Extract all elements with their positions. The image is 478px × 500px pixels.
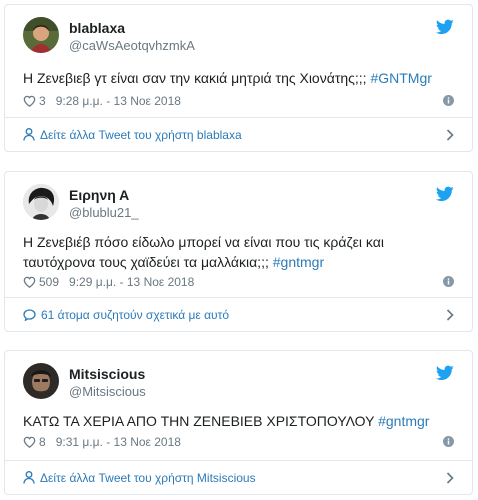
display-name[interactable]: blablaxa — [69, 20, 195, 37]
tweet-text-body: ΚΑΤΩ ΤΑ ΧΕΡΙΑ ΑΠΟ ΤΗΝ ΖΕΝΕΒΙΕΒ ΧΡΙΣΤΟΠΟΥ… — [23, 413, 379, 429]
twitter-bird-icon[interactable] — [436, 19, 454, 35]
tweet-text: Η Ζενεβιέβ πόσο είδωλο μπορεί να είναι π… — [23, 232, 460, 272]
chevron-right-icon[interactable] — [446, 309, 454, 321]
screen-name[interactable]: @blublu21_ — [69, 205, 139, 221]
info-icon[interactable] — [443, 95, 454, 106]
footer-label[interactable]: 61 άτομα συζητούν σχετικά με αυτό — [41, 308, 229, 322]
heart-icon[interactable] — [23, 436, 36, 448]
tweet-text: ΚΑΤΩ ΤΑ ΧΕΡΙΑ ΑΠΟ ΤΗΝ ΖΕΝΕΒΙΕΒ ΧΡΙΣΤΟΠΟΥ… — [23, 411, 460, 431]
more-tweets-link[interactable]: Δείτε άλλα Tweet του χρήστη Mitsiscious — [5, 460, 472, 494]
timestamp[interactable]: 9:31 μ.μ. - 13 Νοε 2018 — [56, 435, 181, 449]
footer-label[interactable]: Δείτε άλλα Tweet του χρήστη blablaxa — [40, 128, 242, 142]
timestamp[interactable]: 9:29 μ.μ. - 13 Νοε 2018 — [69, 275, 194, 289]
hashtag-link[interactable]: #gntmgr — [273, 254, 324, 270]
tweet-card: blablaxa @caWsAeotqvhzmkA Η Ζενεβιεβ γτ … — [4, 4, 473, 152]
tweet-text: Η Ζενεβιεβ γτ είναι σαν την κακιά μητριά… — [23, 68, 460, 88]
tweet-meta: 509 9:29 μ.μ. - 13 Νοε 2018 — [23, 274, 454, 290]
tweet-card: Mitsiscious @Mitsiscious ΚΑΤΩ ΤΑ ΧΕΡΙΑ Α… — [4, 350, 473, 495]
tweet-meta: 3 9:28 μ.μ. - 13 Νοε 2018 — [23, 93, 454, 109]
display-name[interactable]: Ειρηνη Α — [69, 187, 139, 204]
avatar[interactable] — [23, 17, 59, 53]
tweet-card: Ειρηνη Α @blublu21_ Η Ζενεβιέβ πόσο είδω… — [4, 171, 473, 332]
info-icon[interactable] — [443, 276, 454, 287]
like-count[interactable]: 509 — [39, 275, 59, 289]
tweet-text-body: Η Ζενεβιεβ γτ είναι σαν την κακιά μητριά… — [23, 70, 371, 86]
display-name[interactable]: Mitsiscious — [69, 366, 146, 383]
tweet-text-line: ταυτόχρονα τους χαϊδεύει τα μαλλάκια;;; … — [23, 252, 460, 272]
like-count[interactable]: 3 — [39, 94, 46, 108]
hashtag-link[interactable]: #gntmgr — [378, 413, 429, 429]
info-icon[interactable] — [443, 436, 454, 447]
tweet-meta: 8 9:31 μ.μ. - 13 Νοε 2018 — [23, 434, 454, 450]
footer-label[interactable]: Δείτε άλλα Tweet του χρήστη Mitsiscious — [40, 471, 256, 485]
speech-bubble-icon — [23, 309, 36, 321]
tweet-text-body: ταυτόχρονα τους χαϊδεύει τα μαλλάκια;;; — [23, 254, 273, 270]
like-count[interactable]: 8 — [39, 435, 46, 449]
tweet-text-line: Η Ζενεβιέβ πόσο είδωλο μπορεί να είναι π… — [23, 234, 384, 250]
heart-icon[interactable] — [23, 95, 36, 107]
screen-name[interactable]: @caWsAeotqvhzmkA — [69, 38, 195, 54]
avatar[interactable] — [23, 184, 59, 220]
user-icon — [23, 128, 35, 141]
chevron-right-icon[interactable] — [446, 472, 454, 484]
more-tweets-link[interactable]: Δείτε άλλα Tweet του χρήστη blablaxa — [5, 117, 472, 151]
twitter-bird-icon[interactable] — [436, 186, 454, 202]
twitter-bird-icon[interactable] — [436, 365, 454, 381]
conversation-link[interactable]: 61 άτομα συζητούν σχετικά με αυτό — [5, 297, 472, 331]
hashtag-link[interactable]: #GNTMgr — [370, 70, 431, 86]
user-icon — [23, 471, 35, 484]
screen-name[interactable]: @Mitsiscious — [69, 384, 146, 400]
heart-icon[interactable] — [23, 276, 36, 288]
timestamp[interactable]: 9:28 μ.μ. - 13 Νοε 2018 — [56, 94, 181, 108]
avatar[interactable] — [23, 363, 59, 399]
chevron-right-icon[interactable] — [446, 129, 454, 141]
